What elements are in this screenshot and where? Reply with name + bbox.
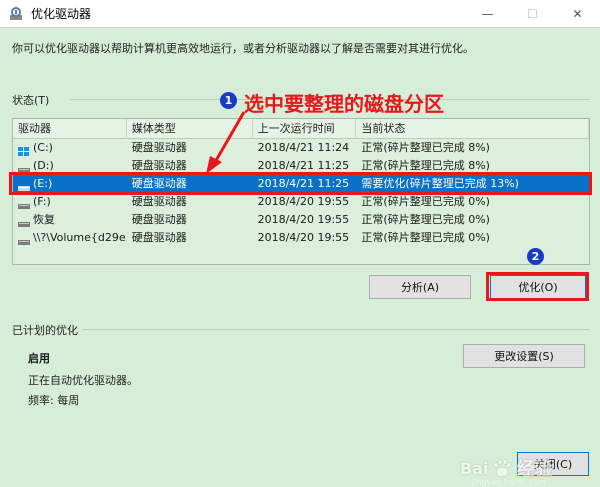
drive-status: 正常(碎片整理已完成 8%): [361, 141, 490, 154]
section-divider: [82, 329, 590, 330]
column-header-drive[interactable]: 驱动器: [13, 119, 127, 139]
title-bar: 优化驱动器 — ☐ ✕: [0, 0, 600, 28]
last-run-time: 2018/4/21 11:24: [257, 141, 350, 154]
media-type: 硬盘驱动器: [131, 195, 187, 208]
drive-row-c[interactable]: (C:) 硬盘驱动器 2018/4/21 11:24 正常(碎片整理已完成 8%…: [13, 139, 589, 157]
maximize-button[interactable]: ☐: [510, 0, 555, 28]
close-window-button[interactable]: ✕: [555, 0, 600, 28]
last-run-time: 2018/4/20 19:55: [257, 195, 350, 208]
drive-name: \\?\Volume{d29e...: [33, 231, 127, 244]
window-title: 优化驱动器: [31, 7, 92, 21]
change-settings-button[interactable]: 更改设置(S): [463, 344, 585, 368]
drive-icon: [18, 162, 30, 173]
minimize-button[interactable]: —: [465, 0, 510, 28]
drive-name: 恢复: [33, 213, 55, 226]
schedule-state: 启用: [28, 352, 50, 365]
window-controls: — ☐ ✕: [465, 0, 600, 28]
drive-name: (D:): [33, 159, 54, 172]
media-type: 硬盘驱动器: [131, 213, 187, 226]
schedule-frequency: 频率: 每周: [28, 394, 80, 407]
annotation-step1-text: 选中要整理的磁盘分区: [244, 92, 444, 116]
annotation-step2-badge: 2: [527, 248, 544, 265]
annotation-step1-badge: 1: [220, 92, 237, 109]
drive-icon: [18, 198, 30, 209]
column-header-current-status[interactable]: 当前状态: [356, 119, 590, 139]
drive-name: (F:): [33, 195, 51, 208]
annotation-arrow-icon: [206, 111, 246, 174]
watermark-url: jingyan.baidu.com: [472, 478, 546, 487]
baidu-paw-icon: [491, 457, 513, 479]
status-section-label: 状态(T): [12, 94, 50, 107]
last-run-time: 2018/4/20 19:55: [257, 231, 350, 244]
drive-status: 正常(碎片整理已完成 0%): [361, 195, 490, 208]
drive-row-recovery[interactable]: 恢复 硬盘驱动器 2018/4/20 19:55 正常(碎片整理已完成 0%): [13, 211, 589, 229]
column-header-last-run[interactable]: 上一次运行时间: [253, 119, 357, 139]
analyze-button[interactable]: 分析(A): [369, 275, 471, 299]
schedule-section-label: 已计划的优化: [12, 324, 78, 337]
drive-icon: [18, 234, 30, 245]
drive-status: 正常(碎片整理已完成 0%): [361, 213, 490, 226]
description-text: 你可以优化驱动器以帮助计算机更高效地运行，或者分析驱动器以了解是否需要对其进行优…: [12, 42, 474, 55]
drive-icon: [18, 216, 30, 227]
last-run-time: 2018/4/20 19:55: [257, 213, 350, 226]
drive-row-f[interactable]: (F:) 硬盘驱动器 2018/4/20 19:55 正常(碎片整理已完成 0%…: [13, 193, 589, 211]
media-type: 硬盘驱动器: [131, 231, 187, 244]
drive-row-volume[interactable]: \\?\Volume{d29e... 硬盘驱动器 2018/4/20 19:55…: [13, 229, 589, 247]
windows-drive-icon: [18, 144, 30, 156]
defrag-app-icon: [9, 6, 23, 21]
annotation-highlight-optimize: [486, 272, 589, 301]
schedule-detail: 正在自动优化驱动器。: [28, 374, 138, 387]
drive-list-header: 驱动器 媒体类型 上一次运行时间 当前状态: [13, 119, 590, 139]
drive-name: (C:): [33, 141, 53, 154]
drive-status: 正常(碎片整理已完成 0%): [361, 231, 490, 244]
annotation-highlight-drive-e: [9, 172, 592, 195]
